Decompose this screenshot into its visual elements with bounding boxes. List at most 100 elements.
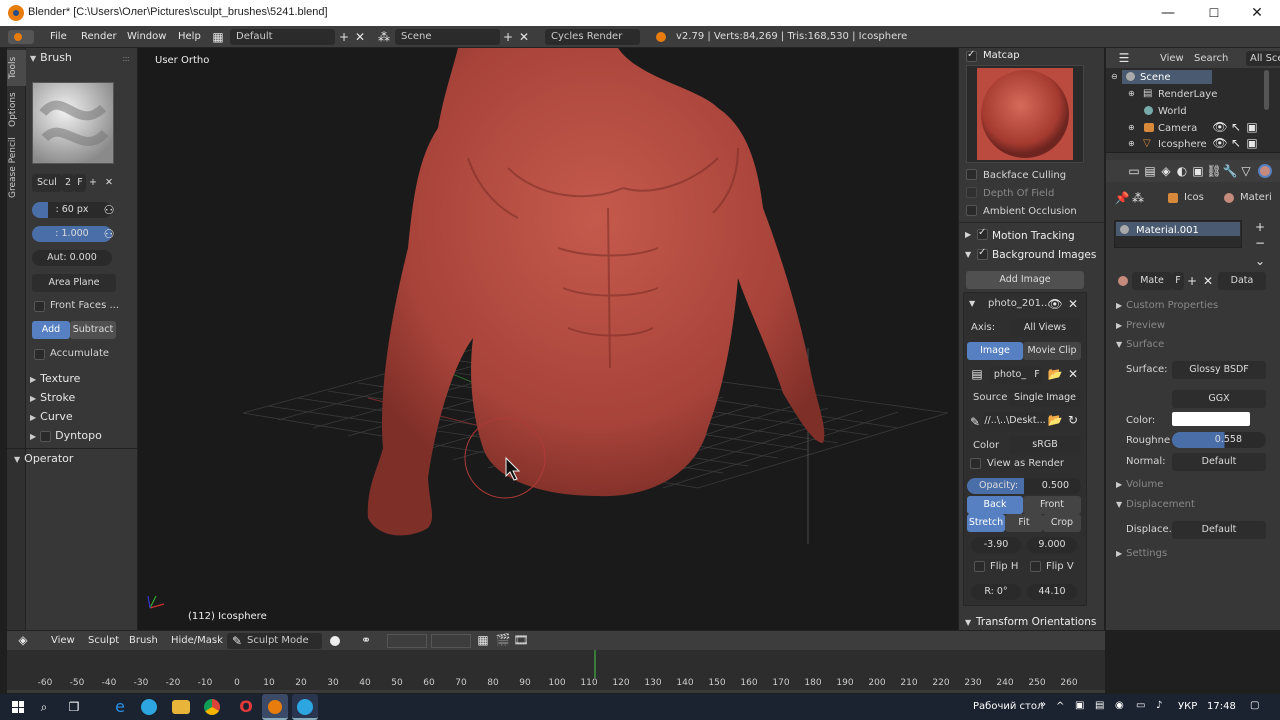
image-fake-user[interactable]: F <box>1031 366 1043 384</box>
render-engine-select[interactable]: Cycles Render <box>545 29 640 45</box>
modifiers-tab-icon[interactable]: 🔧 <box>1222 163 1238 179</box>
remove-screen-icon[interactable]: ✕ <box>352 29 368 45</box>
brush-name-field[interactable]: Scul <box>32 174 62 192</box>
timeline-scrollbar[interactable] <box>7 690 1105 693</box>
tab-tools[interactable]: Tools <box>8 52 25 84</box>
dyntopo-panel-header[interactable]: ▶ Dyntopo <box>30 429 102 442</box>
notifications-icon[interactable]: ▢ <box>1250 700 1259 711</box>
outliner-item-camera[interactable]: Camera <box>1158 123 1197 134</box>
desktop-toolbar-label[interactable]: Рабочий стол <box>973 701 1043 712</box>
front-faces-checkbox[interactable] <box>34 301 45 312</box>
filepath-field[interactable]: //..\..\Deskt... <box>983 412 1047 430</box>
flip-v-checkbox[interactable] <box>1030 561 1041 572</box>
outliner-scrollbar[interactable] <box>1264 70 1269 110</box>
file-explorer-icon[interactable] <box>172 700 190 714</box>
size-field[interactable]: 44.10 <box>1027 584 1077 600</box>
source-select[interactable]: Single Image <box>1009 389 1081 407</box>
scene-icon[interactable]: ⁂ <box>376 29 392 45</box>
tab-grease-pencil[interactable]: Grease Pencil <box>8 136 25 200</box>
material-tab-icon[interactable] <box>1258 164 1272 178</box>
toolbar-expand-icon[interactable]: » <box>1040 699 1046 710</box>
back-button[interactable]: Back <box>967 496 1023 514</box>
image-datablock-field[interactable]: photo_ <box>989 366 1031 384</box>
tray-app-icon-1[interactable]: ▣ <box>1075 700 1084 711</box>
render-animation-icon[interactable]: 🎬 <box>495 632 511 648</box>
surface-header[interactable]: ▼ Surface <box>1116 339 1164 350</box>
background-images-arrow-icon[interactable]: ▼ <box>965 250 971 259</box>
filepath-browse-icon[interactable]: 📂 <box>1047 412 1063 428</box>
minimize-button[interactable]: — <box>1145 0 1191 26</box>
timeline[interactable]: -60 -50 -40 -30 -20 -10 0 10 20 30 40 50 60 70 80 90 100… <box>7 650 1105 693</box>
flip-h-checkbox[interactable] <box>974 561 985 572</box>
material-browse-icon[interactable] <box>1118 276 1128 286</box>
brush-users[interactable]: 2 <box>62 174 74 192</box>
menu-view[interactable]: View <box>51 635 75 646</box>
constraints-tab-icon[interactable]: ⛓ <box>1206 163 1222 179</box>
strength-pressure-icon[interactable]: ⚇ <box>101 226 117 242</box>
render-layers-tab-icon[interactable]: ▤ <box>1142 163 1158 179</box>
volume-header[interactable]: ▶ Volume <box>1116 479 1163 490</box>
surface-shader-select[interactable]: Glossy BSDF <box>1172 361 1266 379</box>
maximize-button[interactable]: ☐ <box>1191 0 1237 26</box>
outliner-view-menu[interactable]: View <box>1160 53 1184 64</box>
current-frame-indicator[interactable] <box>594 650 597 678</box>
menu-render[interactable]: Render <box>81 31 117 42</box>
outliner-search-menu[interactable]: Search <box>1194 53 1228 64</box>
strength-slider[interactable]: : 1.000 <box>32 226 112 242</box>
add-scene-icon[interactable]: + <box>500 29 516 45</box>
world-tab-icon[interactable]: ◐ <box>1174 163 1190 179</box>
depth-of-field-checkbox[interactable] <box>966 187 977 198</box>
editor-type-button[interactable] <box>8 30 34 44</box>
search-icon[interactable]: ⌕ <box>36 699 52 715</box>
add-image-button[interactable]: Add Image <box>966 271 1084 289</box>
tray-app-icon-3[interactable]: ◉ <box>1115 700 1124 711</box>
language-indicator[interactable]: УКР <box>1178 701 1197 712</box>
render-tab-icon[interactable]: ▭ <box>1126 163 1142 179</box>
menu-file[interactable]: File <box>50 31 67 42</box>
axis-select[interactable]: All Views <box>1009 319 1081 337</box>
distribution-select[interactable]: GGX <box>1172 390 1266 408</box>
scene-field[interactable]: Scene <box>395 29 500 45</box>
telegram-icon[interactable] <box>141 699 157 715</box>
editor-type-3d-icon[interactable]: ◈ <box>15 632 31 648</box>
close-button[interactable]: ✕ <box>1234 0 1280 26</box>
opacity-slider[interactable]: Opacity: 0.500 <box>967 478 1081 494</box>
front-button[interactable]: Front <box>1023 496 1081 514</box>
material-fake-user[interactable]: F <box>1172 272 1184 290</box>
remove-brush-icon[interactable]: ✕ <box>102 174 116 192</box>
settings-header[interactable]: ▶ Settings <box>1116 548 1167 559</box>
displacement-header[interactable]: ▼ Displacement <box>1116 499 1195 510</box>
brush-fake-user[interactable]: F <box>74 174 86 192</box>
camera-render-icon[interactable]: ▣ <box>1244 119 1260 135</box>
layers-grid-2[interactable] <box>431 634 471 648</box>
matcap-checkbox[interactable] <box>966 49 977 62</box>
scene-tab-icon[interactable]: ◈ <box>1158 163 1174 179</box>
outliner-item-renderlayer[interactable]: RenderLaye <box>1158 89 1217 100</box>
pivot-icon[interactable]: ⚭ <box>358 632 374 648</box>
camera-expand-icon[interactable]: ⊕ <box>1128 123 1135 132</box>
material-name-field[interactable]: Mate <box>1132 272 1172 290</box>
slot-specials-icon[interactable]: ⌄ <box>1252 253 1268 269</box>
radius-pressure-icon[interactable]: ⚇ <box>101 202 117 218</box>
color-swatch[interactable] <box>1172 412 1250 426</box>
add-brush-icon[interactable]: + <box>86 174 100 192</box>
operator-panel-header[interactable]: ▼ Operator <box>14 452 73 465</box>
custom-properties-header[interactable]: ▶ Custom Properties <box>1116 300 1218 311</box>
brush-preview[interactable] <box>32 82 114 164</box>
outliner-icosphere-row[interactable]: ⊕ ▽ Icosphere 👁 ↖ ▣ <box>1106 137 1276 149</box>
menu-sculpt[interactable]: Sculpt <box>88 635 119 646</box>
object-tab-icon[interactable]: ▣ <box>1190 163 1206 179</box>
ambient-occlusion-checkbox[interactable] <box>966 205 977 216</box>
icosphere-select-icon[interactable]: ↖ <box>1228 137 1244 149</box>
icosphere-render-icon[interactable]: ▣ <box>1244 137 1260 149</box>
task-view-icon[interactable]: ❐ <box>66 699 82 715</box>
view-as-render-checkbox[interactable] <box>970 458 981 469</box>
image-visibility-icon[interactable]: 👁 <box>1047 296 1063 312</box>
dyntopo-checkbox[interactable] <box>40 430 52 442</box>
image-browse-icon[interactable]: ▤ <box>969 366 985 382</box>
accumulate-checkbox[interactable] <box>34 349 45 360</box>
pin-icon[interactable]: 📌 <box>1114 190 1130 206</box>
movie-clip-tab-button[interactable]: Movie Clip <box>1023 342 1081 360</box>
unlink-image-icon[interactable]: ✕ <box>1065 366 1081 382</box>
start-icon[interactable] <box>12 701 24 713</box>
